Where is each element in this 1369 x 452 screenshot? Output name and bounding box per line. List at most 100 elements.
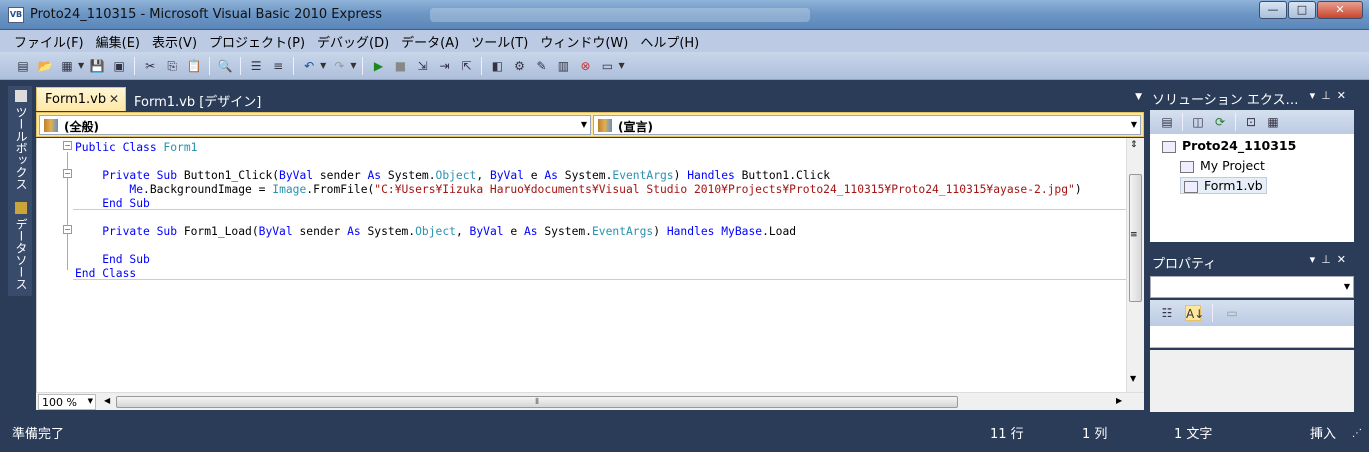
menu-debug[interactable]: デバッグ(D) [311, 32, 395, 51]
right-tool-pane: ソリューション エクス… ▾⊥✕ ▤ ◫ ⟳ ⊡ ▦ Proto24_11031… [1148, 86, 1356, 412]
toolbar-separator [1212, 304, 1213, 322]
datasource-icon [15, 202, 27, 214]
tree-node-my-project[interactable]: My Project [1180, 158, 1265, 173]
property-pages-icon[interactable]: ▭ [1224, 305, 1240, 321]
maximize-button[interactable]: □ [1288, 1, 1316, 19]
toolbox-icon[interactable]: ✎ [533, 58, 549, 74]
menu-tools[interactable]: ツール(T) [465, 32, 534, 51]
undo-icon[interactable]: ↶ [301, 58, 317, 74]
pane-menu-icon[interactable]: ▾ [1310, 253, 1322, 266]
step-out-icon[interactable]: ⇱ [458, 58, 474, 74]
properties-window-icon[interactable]: ⚙ [511, 58, 527, 74]
collapse-method-icon[interactable]: − [63, 169, 72, 178]
code-token: System. [557, 169, 613, 182]
collapse-method-icon[interactable]: − [63, 225, 72, 234]
close-button[interactable]: ✕ [1317, 1, 1363, 19]
code-token: System. [537, 225, 592, 238]
uncomment-icon[interactable]: ≡ [270, 58, 286, 74]
pane-menu-icon[interactable]: ▾ [1310, 89, 1322, 102]
pin-icon[interactable]: ⊥ [1321, 89, 1337, 102]
close-icon[interactable]: ✕ [1337, 253, 1352, 266]
save-icon[interactable]: 💾 [89, 58, 105, 74]
open-file-icon[interactable]: 📂 [37, 58, 53, 74]
start-debug-icon[interactable]: ▶ [370, 58, 386, 74]
code-token: Me [129, 183, 144, 196]
tree-node-project[interactable]: Proto24_110315 [1162, 138, 1296, 153]
menu-data[interactable]: データ(A) [395, 32, 465, 51]
paste-icon[interactable]: 📋 [186, 58, 202, 74]
code-line: Private Sub Button1_Click(ByVal sender A… [75, 169, 830, 183]
solution-explorer-icon[interactable]: ◧ [489, 58, 505, 74]
menu-file[interactable]: ファイル(F) [8, 32, 90, 51]
toolbar-options-icon[interactable]: ▼ [618, 61, 624, 70]
menu-project[interactable]: プロジェクト(P) [203, 32, 311, 51]
redo-icon[interactable]: ↷ [331, 58, 347, 74]
property-grid[interactable] [1150, 326, 1354, 348]
view-designer-icon[interactable]: ▦ [1265, 114, 1281, 130]
title-bar-glass [430, 8, 810, 22]
find-icon[interactable]: 🔍 [217, 58, 233, 74]
status-ready: 準備完了 [12, 427, 65, 442]
object-selector[interactable]: ▼ [1150, 276, 1354, 298]
code-token: End Class [75, 267, 137, 280]
comment-icon[interactable]: ☰ [248, 58, 264, 74]
properties-icon[interactable]: ▤ [1159, 114, 1175, 130]
refresh-icon[interactable]: ⟳ [1212, 114, 1228, 130]
close-tab-icon[interactable]: ✕ [109, 92, 119, 106]
copy-icon[interactable]: ⎘ [164, 58, 180, 74]
collapse-class-icon[interactable]: − [63, 141, 72, 150]
code-line: Public Class Form1 [75, 141, 197, 155]
toolbar-separator [209, 56, 211, 75]
output-window-icon[interactable]: ▭ [599, 58, 615, 74]
code-token: sender [292, 225, 348, 238]
database-explorer-icon[interactable]: ▥ [555, 58, 571, 74]
scroll-right-icon[interactable]: ▶ [1116, 396, 1122, 405]
alphabetical-icon[interactable]: A↓ [1185, 305, 1204, 321]
code-token: Image [272, 183, 307, 196]
close-icon[interactable]: ✕ [1337, 89, 1352, 102]
horizontal-scroll-thumb[interactable]: ⦀ [116, 396, 958, 408]
tree-node-form1[interactable]: Form1.vb [1180, 177, 1267, 194]
scroll-left-icon[interactable]: ◀ [104, 396, 110, 405]
datasource-tab[interactable]: データソース [10, 202, 30, 290]
split-handle-icon[interactable]: ⇕ [1130, 140, 1138, 150]
code-text-area[interactable]: − − − Public Class Form1 Private Sub But… [36, 138, 1127, 392]
code-token: ByVal [489, 169, 524, 182]
vertical-scrollbar[interactable]: ⇕ ≡ ▼ [1126, 138, 1144, 392]
undo-dropdown-icon[interactable]: ▼ [320, 61, 326, 70]
zoom-selector[interactable]: 100 % ▼ [38, 394, 96, 410]
code-token: As [544, 169, 558, 182]
save-all-icon[interactable]: ▣ [111, 58, 127, 74]
toolbox-tab[interactable]: ツールボックス [10, 90, 30, 190]
menu-edit[interactable]: 編集(E) [90, 32, 146, 51]
redo-dropdown-icon[interactable]: ▼ [350, 61, 356, 70]
code-token: End Sub [75, 253, 150, 266]
view-code-icon[interactable]: ⊡ [1243, 114, 1259, 130]
step-into-icon[interactable]: ⇲ [414, 58, 430, 74]
pin-icon[interactable]: ⊥ [1321, 253, 1337, 266]
resize-grip-icon[interactable]: ⋰ [1352, 428, 1362, 439]
form-file-icon [1184, 180, 1198, 193]
menu-view[interactable]: 表示(V) [146, 32, 203, 51]
menu-help[interactable]: ヘルプ(H) [634, 32, 705, 51]
show-all-files-icon[interactable]: ◫ [1190, 114, 1206, 130]
code-token: Button1_Click( [183, 169, 280, 182]
stop-debug-icon[interactable]: ■ [392, 58, 408, 74]
error-list-icon[interactable]: ⊗ [577, 58, 593, 74]
add-item-icon[interactable]: ▦ [59, 58, 75, 74]
properties-toolbar: ☷ A↓ ▭ [1150, 300, 1354, 326]
scroll-down-icon[interactable]: ▼ [1130, 374, 1136, 383]
minimize-button[interactable]: — [1259, 1, 1287, 19]
tab-form1-code[interactable]: Form1.vb ✕ [36, 87, 126, 111]
class-selector[interactable]: (全般) ▼ [39, 115, 591, 135]
tab-form1-designer[interactable]: Form1.vb [デザイン] [126, 87, 269, 111]
add-item-dropdown-icon[interactable]: ▼ [78, 61, 84, 70]
member-selector[interactable]: (宣言) ▼ [593, 115, 1141, 135]
menu-window[interactable]: ウィンドウ(W) [534, 32, 634, 51]
tab-list-dropdown-icon[interactable]: ▼ [1135, 92, 1142, 102]
new-project-icon[interactable]: ▤ [15, 58, 31, 74]
cut-icon[interactable]: ✂ [142, 58, 158, 74]
step-over-icon[interactable]: ⇥ [436, 58, 452, 74]
categorized-icon[interactable]: ☷ [1159, 305, 1175, 321]
code-token: ByVal [258, 225, 293, 238]
